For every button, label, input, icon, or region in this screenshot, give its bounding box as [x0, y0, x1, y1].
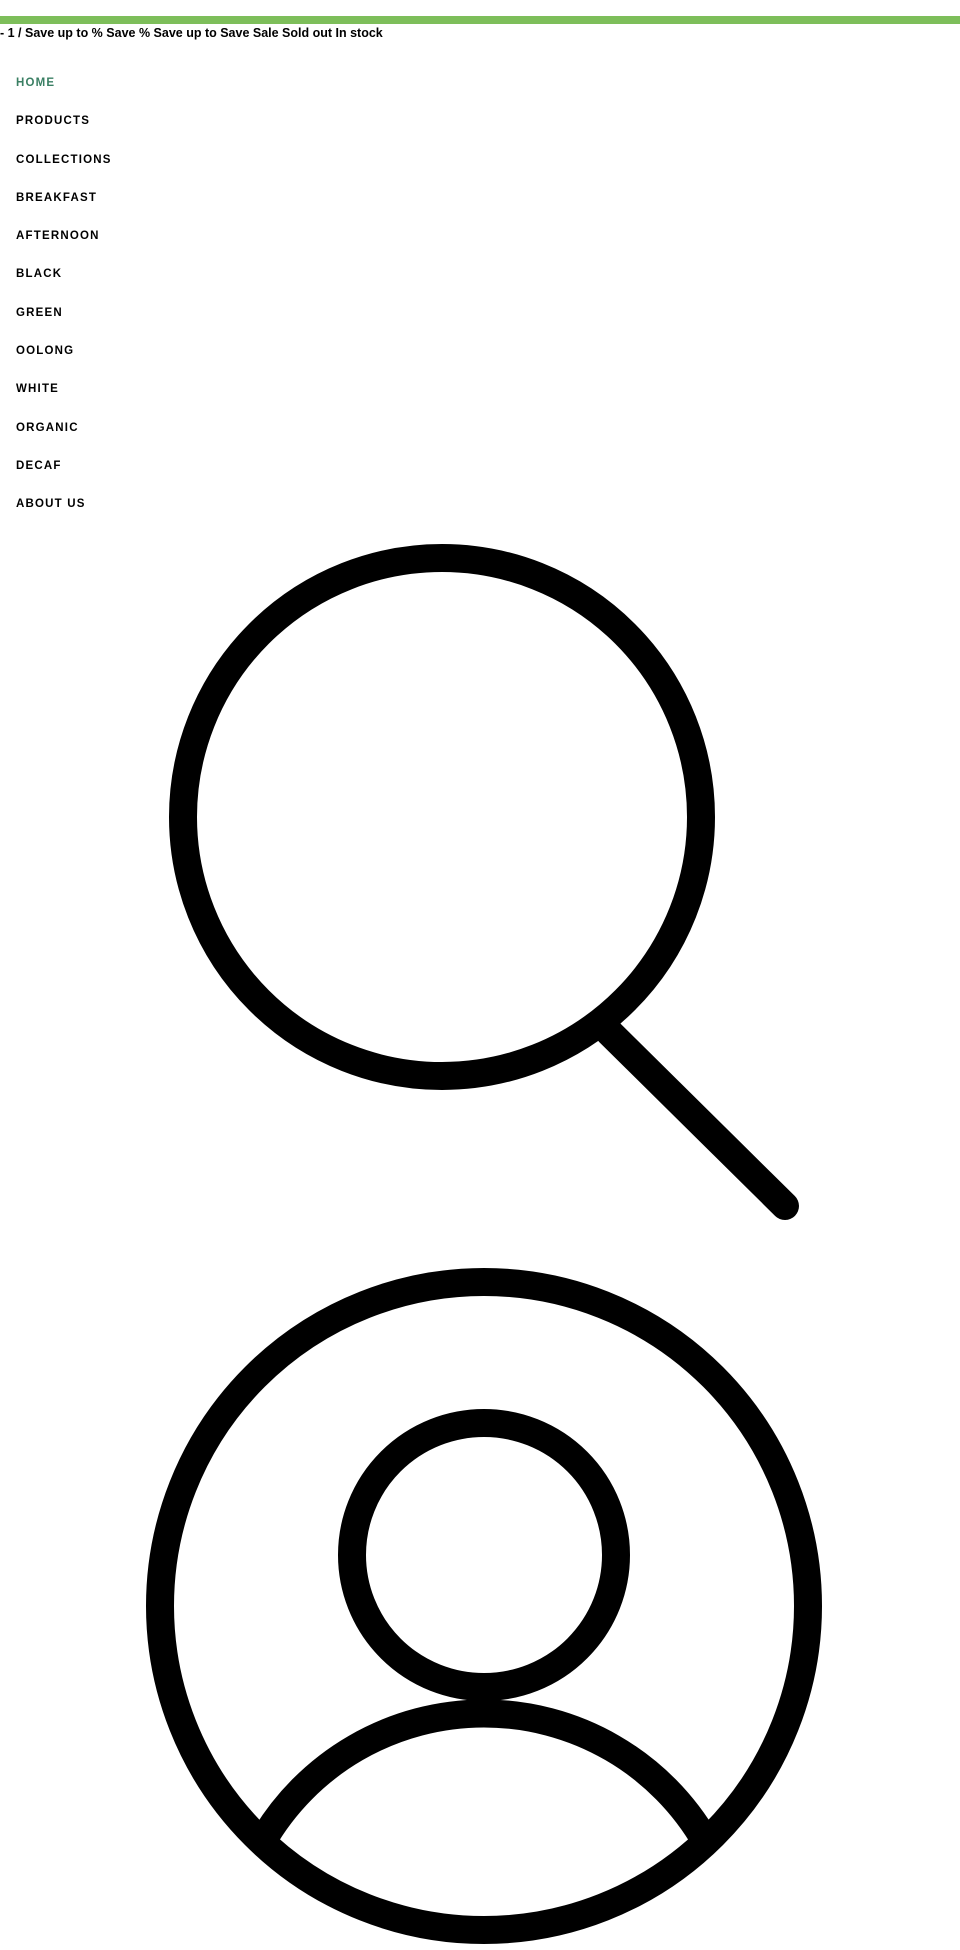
- nav-item-collections: COLLECTIONS: [16, 149, 112, 187]
- nav-link-products[interactable]: PRODUCTS: [16, 111, 90, 131]
- product-price-strip: - 1 / Save up to % Save % Save up to Sav…: [0, 26, 383, 40]
- search-icon-lens: [169, 544, 715, 1090]
- nav-item-black: BLACK: [16, 263, 112, 301]
- nav-link-black[interactable]: BLACK: [16, 264, 62, 284]
- search-icon-handle: [595, 1018, 799, 1220]
- nav-item-oolong: OOLONG: [16, 340, 112, 378]
- nav-link-about-us[interactable]: ABOUT US: [16, 494, 86, 514]
- account-icon-shoulders: [249, 1699, 719, 1849]
- nav-item-afternoon: AFTERNOON: [16, 225, 112, 263]
- nav-link-collections[interactable]: COLLECTIONS: [16, 150, 112, 170]
- nav-link-organic[interactable]: ORGANIC: [16, 418, 79, 438]
- nav-link-oolong[interactable]: OOLONG: [16, 341, 74, 361]
- nav-link-breakfast[interactable]: BREAKFAST: [16, 188, 97, 208]
- nav-link-afternoon[interactable]: AFTERNOON: [16, 226, 100, 246]
- nav-item-white: WHITE: [16, 378, 112, 416]
- nav-item-home: HOME: [16, 72, 112, 110]
- nav-item-about-us: ABOUT US: [16, 493, 112, 531]
- nav-item-decaf: DECAF: [16, 455, 112, 493]
- nav-link-decaf[interactable]: DECAF: [16, 456, 62, 476]
- nav-item-organic: ORGANIC: [16, 417, 112, 455]
- account-icon[interactable]: [138, 1260, 828, 1950]
- nav-link-white[interactable]: WHITE: [16, 379, 59, 399]
- search-icon[interactable]: [155, 530, 815, 1230]
- nav-link-home[interactable]: HOME: [16, 73, 55, 93]
- announcement-accent-bar: [0, 16, 960, 24]
- nav-item-breakfast: BREAKFAST: [16, 187, 112, 225]
- main-nav-list: HOME PRODUCTS COLLECTIONS BREAKFAST AFTE…: [16, 72, 112, 532]
- nav-item-green: GREEN: [16, 302, 112, 340]
- nav-item-products: PRODUCTS: [16, 110, 112, 148]
- nav-link-green[interactable]: GREEN: [16, 303, 63, 323]
- account-icon-head: [338, 1409, 630, 1701]
